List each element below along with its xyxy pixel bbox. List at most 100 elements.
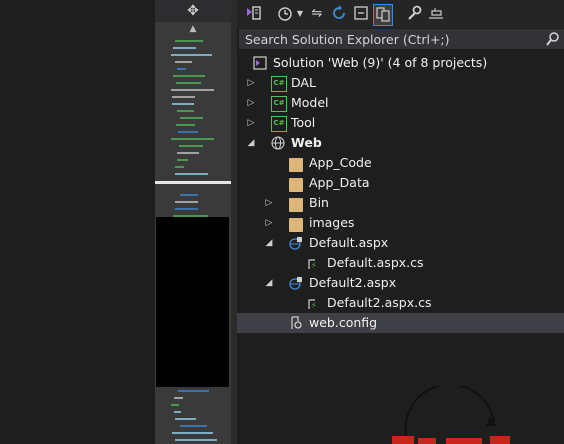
tree-item-label: Default.aspx.cs xyxy=(327,255,424,270)
csharp-project-icon: C# xyxy=(271,116,287,132)
folder-icon xyxy=(289,198,303,212)
minimap-code-line xyxy=(176,82,201,84)
minimap-code-line xyxy=(173,75,205,77)
minimap-code-line xyxy=(172,103,194,105)
search-input[interactable] xyxy=(245,30,535,48)
tree-item-default-aspx-cs[interactable]: ⚡ Default.aspx.cs xyxy=(237,253,564,273)
minimap-code-line xyxy=(178,390,209,392)
tree-item-dal[interactable]: ▷ C# DAL xyxy=(237,73,564,93)
solution-icon xyxy=(253,56,267,70)
tree-item-solution[interactable]: Solution 'Web (9)' (4 of 8 projects) xyxy=(237,53,564,73)
folder-icon xyxy=(289,158,303,172)
tree-item-label: Solution 'Web (9)' (4 of 8 projects) xyxy=(273,55,488,70)
tree-item-label: Default2.aspx xyxy=(309,275,397,290)
minimap-code-line xyxy=(179,145,203,147)
expand-icon[interactable]: ▷ xyxy=(245,93,257,113)
minimap-code-line xyxy=(175,208,198,210)
minimap-code-line xyxy=(175,201,198,203)
tree-item-label: App_Code xyxy=(309,155,372,170)
show-all-files-icon[interactable] xyxy=(373,4,393,26)
minimap-code-line xyxy=(175,40,203,42)
search-icon[interactable] xyxy=(546,30,560,48)
expand-icon[interactable]: ▷ xyxy=(263,213,275,233)
tree-item-default2-aspx[interactable]: ◢ Default2.aspx xyxy=(237,273,564,293)
tree-item-web-config[interactable]: web.config xyxy=(237,313,564,333)
expand-icon[interactable]: ▷ xyxy=(245,113,257,133)
expand-icon[interactable]: ▷ xyxy=(263,193,275,213)
minimap-code-line xyxy=(177,159,188,161)
csharp-project-icon: C# xyxy=(271,96,287,112)
sync-icon[interactable]: ⇋ xyxy=(309,4,325,24)
config-file-icon xyxy=(291,316,302,329)
code-minimap[interactable]: ✥ ▲ xyxy=(155,0,231,444)
tree-item-default-aspx[interactable]: ◢ Default.aspx xyxy=(237,233,564,253)
svg-text:⚡: ⚡ xyxy=(311,301,317,310)
tree-item-label: DAL xyxy=(291,75,316,90)
minimap-code-line xyxy=(175,439,217,441)
minimap-code-line xyxy=(172,96,195,98)
preview-icon[interactable] xyxy=(427,4,445,24)
collapse-all-icon[interactable] xyxy=(353,4,369,24)
minimap-code-line xyxy=(180,425,207,427)
minimap-code-line xyxy=(175,418,196,420)
code-editor-area[interactable] xyxy=(0,0,155,444)
solution-explorer-toolbar: ▼ ⇋ xyxy=(237,0,564,28)
tree-item-default2-aspx-cs[interactable]: ⚡ Default2.aspx.cs xyxy=(237,293,564,313)
globe-icon xyxy=(271,136,285,150)
expand-icon[interactable]: ▷ xyxy=(245,73,257,93)
tree-item-label: Default.aspx xyxy=(309,235,389,250)
folder-icon xyxy=(289,218,303,232)
csharp-file-icon: ⚡ xyxy=(308,299,317,310)
minimap-code-line xyxy=(171,404,179,406)
tree-item-app-data[interactable]: App_Data xyxy=(237,173,564,193)
tree-item-label: Tool xyxy=(291,115,316,130)
csharp-file-icon: ⚡ xyxy=(308,259,317,270)
tree-item-model[interactable]: ▷ C# Model xyxy=(237,93,564,113)
tree-item-label: Default2.aspx.cs xyxy=(327,295,432,310)
pending-changes-icon[interactable] xyxy=(277,4,293,24)
solution-explorer: ▼ ⇋ Solution 'Web (9)' (4 of 8 projects)… xyxy=(237,0,564,444)
minimap-highlighted-region xyxy=(156,217,229,387)
minimap-code-line xyxy=(177,110,194,112)
minimap-code-line xyxy=(174,411,181,413)
properties-icon[interactable] xyxy=(405,4,423,24)
tree-item-label: App_Data xyxy=(309,175,370,190)
tree-item-label: Web xyxy=(291,135,322,150)
minimap-code-line xyxy=(175,61,192,63)
aspx-file-icon xyxy=(289,237,302,250)
minimap-code-line xyxy=(173,47,196,49)
tree-item-label: Bin xyxy=(309,195,329,210)
minimap-code-line xyxy=(171,138,214,140)
vs-switch-views-icon[interactable] xyxy=(245,4,263,24)
tree-item-images[interactable]: ▷ images xyxy=(237,213,564,233)
minimap-viewport-indicator[interactable] xyxy=(155,181,231,184)
solution-tree: Solution 'Web (9)' (4 of 8 projects) ▷ C… xyxy=(237,53,564,333)
minimap-code-line xyxy=(172,432,213,434)
split-window-icon[interactable]: ✥ xyxy=(155,0,231,22)
minimap-code-line xyxy=(175,166,184,168)
tree-item-label: images xyxy=(309,215,355,230)
refresh-icon[interactable] xyxy=(331,4,347,24)
collapse-icon[interactable]: ◢ xyxy=(245,133,257,153)
scroll-up-icon[interactable]: ▲ xyxy=(155,22,231,36)
minimap-code-line xyxy=(171,89,214,91)
tree-item-label: Model xyxy=(291,95,329,110)
tree-item-tool[interactable]: ▷ C# Tool xyxy=(237,113,564,133)
minimap-code-line xyxy=(177,152,199,154)
minimap-code-line xyxy=(178,131,198,133)
aspx-file-icon xyxy=(289,277,302,290)
tree-item-app-code[interactable]: App_Code xyxy=(237,153,564,173)
collapse-icon[interactable]: ◢ xyxy=(263,233,275,253)
folder-icon xyxy=(289,178,303,192)
dropdown-icon[interactable]: ▼ xyxy=(295,4,305,24)
csharp-project-icon: C# xyxy=(271,76,287,92)
tree-item-bin[interactable]: ▷ Bin xyxy=(237,193,564,213)
minimap-code-line xyxy=(171,54,212,56)
search-box[interactable] xyxy=(239,29,564,49)
collapse-icon[interactable]: ◢ xyxy=(263,273,275,293)
tree-item-label: web.config xyxy=(309,315,378,330)
minimap-code-line xyxy=(177,68,186,70)
tree-item-web[interactable]: ◢ Web xyxy=(237,133,564,153)
watermark-logo xyxy=(392,386,510,444)
minimap-code-line xyxy=(174,397,183,399)
